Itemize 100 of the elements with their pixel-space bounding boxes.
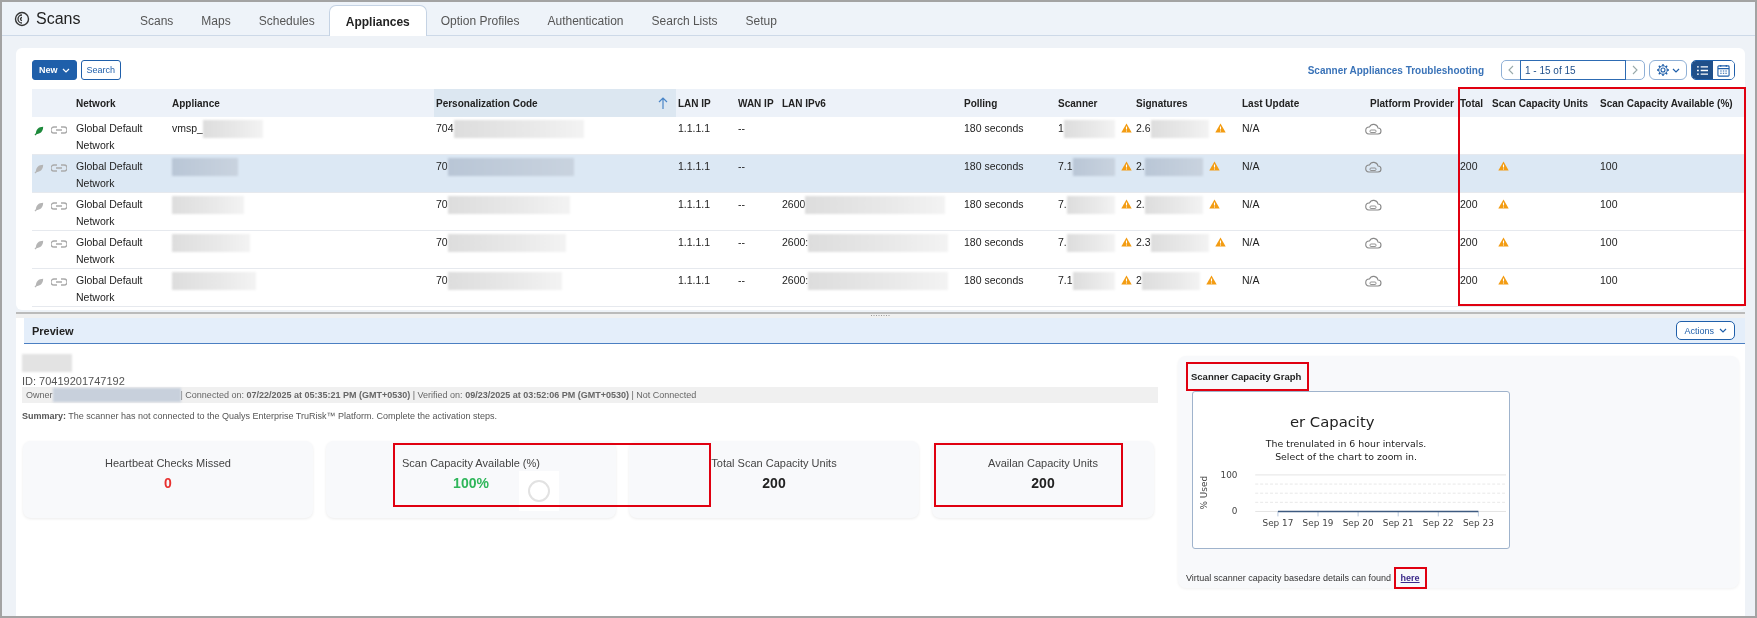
cell-text: 2 bbox=[1136, 273, 1142, 288]
here-link[interactable]: here bbox=[1393, 567, 1427, 589]
caret-icon bbox=[1672, 67, 1680, 73]
cell-text: N/A bbox=[1242, 197, 1260, 212]
cell-text: -- bbox=[738, 159, 745, 174]
cell-text: -- bbox=[738, 121, 745, 136]
column-header[interactable]: Scan Capacity Available (%) bbox=[1598, 89, 1745, 117]
appliance-id: ID: 70419201747192 bbox=[22, 375, 126, 387]
card-title: Total Scan Capacity Units bbox=[711, 457, 837, 469]
cell-text: 100 bbox=[1600, 235, 1618, 250]
axis-title: % Used bbox=[1198, 475, 1209, 510]
column-header[interactable]: Signatures bbox=[1134, 89, 1240, 117]
graph-title: Scanner Capacity Graph bbox=[1186, 362, 1310, 391]
column-header[interactable]: Personalization Code bbox=[434, 89, 676, 117]
column-header[interactable]: LAN IP bbox=[676, 89, 736, 117]
cell-text: Global Default Network bbox=[76, 121, 144, 153]
column-header[interactable]: Polling bbox=[962, 89, 1056, 117]
card-value: 200 bbox=[1031, 475, 1055, 491]
cell-text: 180 seconds bbox=[964, 197, 1024, 212]
column-header[interactable]: LAN IPv6 bbox=[780, 89, 962, 117]
resize-handle-icon[interactable] bbox=[869, 314, 892, 317]
chevron-right-icon bbox=[1632, 65, 1638, 75]
cell-text: 1 bbox=[1058, 121, 1064, 136]
tick-label: Sep 17 bbox=[1262, 518, 1294, 529]
column-header[interactable]: Scan Capacity Units bbox=[1490, 89, 1598, 117]
cell-text: 100 bbox=[1600, 197, 1618, 212]
cloud-icon bbox=[1364, 161, 1382, 173]
cell-text: -- bbox=[738, 273, 745, 288]
cell-text: vmsp_ bbox=[172, 121, 203, 136]
cell-text: 7. bbox=[1058, 235, 1067, 250]
cell-text: 70 bbox=[436, 235, 448, 250]
logo-icon bbox=[14, 10, 30, 27]
link-icon bbox=[51, 239, 67, 249]
nav-tab[interactable]: Option Profiles bbox=[426, 5, 534, 35]
page-range-field[interactable]: 1 - 15 of 15 bbox=[1520, 60, 1626, 80]
cell-text: 2600: bbox=[782, 273, 809, 288]
card-value: 0 bbox=[164, 475, 172, 491]
chart-subtitle: Select of the chart to zoom in. bbox=[1275, 451, 1417, 463]
settings-icon bbox=[1656, 63, 1670, 77]
list-view-button[interactable] bbox=[1692, 61, 1713, 79]
cell-text: N/A bbox=[1242, 235, 1260, 250]
cell-text: 1.1.1.1 bbox=[678, 197, 711, 212]
cell-text: 1.1.1.1 bbox=[678, 273, 711, 288]
search-button[interactable]: Search bbox=[80, 60, 122, 80]
nav-tab[interactable]: Search Lists bbox=[637, 5, 732, 35]
column-header[interactable]: Scanner bbox=[1056, 89, 1134, 117]
summary-text: Summary: The scanner has not connected to the Qualys Enterprise TruRisk™ Platform. Complete the activation steps. bbox=[22, 411, 499, 421]
pagination[interactable]: 1 - 15 of 15 bbox=[1501, 60, 1645, 80]
actions-button[interactable]: Actions bbox=[1676, 321, 1735, 340]
troubleshooting-link[interactable]: Scanner Appliances Troubleshooting bbox=[1307, 64, 1484, 76]
cell-text: 2. bbox=[1136, 159, 1145, 174]
cell-text: 200 bbox=[1460, 159, 1478, 174]
list-icon bbox=[1696, 64, 1709, 76]
cell-text: 7.1 bbox=[1058, 273, 1073, 288]
column-header[interactable]: WAN IP bbox=[736, 89, 780, 117]
cell-text: 1.1.1.1 bbox=[678, 159, 711, 174]
cell-text: Global Default Network bbox=[76, 235, 144, 267]
capacity-chart[interactable]: er Capacity The trenulated in 6 hour intervals. Select of the chart to zoom in. % Used 0 100 Sep 17 Sep 19 Sep 20 Sep 21 Sep 22 Sep 23 bbox=[1192, 391, 1510, 549]
chart-subtitle: The trenulated in 6 hour intervals. bbox=[1265, 438, 1427, 450]
card-title: Heartbeat Checks Missed bbox=[105, 457, 231, 469]
cell-text: 70 bbox=[436, 159, 448, 174]
app-title: Scans bbox=[36, 9, 81, 28]
nav-tab[interactable]: Setup bbox=[731, 5, 791, 35]
column-header[interactable]: Total bbox=[1458, 89, 1490, 117]
nav-tab[interactable]: Appliances bbox=[328, 5, 427, 36]
cell-text: Global Default Network bbox=[76, 273, 144, 305]
tick-label: Sep 21 bbox=[1382, 518, 1414, 529]
tick-label: 100 bbox=[1220, 469, 1238, 480]
link-icon bbox=[51, 163, 67, 173]
cell-text: 1.1.1.1 bbox=[678, 121, 711, 136]
nav-tab[interactable]: Schedules bbox=[244, 5, 329, 35]
tick-label: Sep 20 bbox=[1342, 518, 1374, 529]
cell-text: 180 seconds bbox=[964, 121, 1024, 136]
cell-text: 200 bbox=[1460, 273, 1478, 288]
tick-label: Sep 22 bbox=[1422, 518, 1454, 529]
cell-text: 2. bbox=[1136, 197, 1145, 212]
cloud-icon bbox=[1364, 275, 1382, 287]
calendar-icon bbox=[1717, 63, 1730, 77]
chart-title: er Capacity bbox=[1289, 412, 1375, 430]
footer-text: Virtual scanner capacity basedɜre details can found bbox=[1186, 573, 1393, 583]
nav-tab[interactable]: Scans bbox=[126, 5, 188, 35]
cell-text: Global Default Network bbox=[76, 159, 144, 191]
connection-details: | Connected on: 07/22/2025 at 05:35:21 PM (GMT+0530) | Verified on: 09/23/2025 at 03:52:06 PM (GMT+0530) | Not Connected bbox=[180, 390, 697, 400]
settings-dropdown[interactable] bbox=[1649, 60, 1687, 80]
cell-text: 7. bbox=[1058, 197, 1067, 212]
chevron-left-icon bbox=[1508, 65, 1514, 75]
nav-tab[interactable]: Maps bbox=[187, 5, 245, 35]
column-header[interactable]: Network bbox=[74, 89, 170, 117]
cloud-icon bbox=[1364, 237, 1382, 249]
column-header[interactable]: Last Update bbox=[1240, 89, 1362, 117]
new-button[interactable]: New bbox=[32, 60, 77, 80]
cell-text: N/A bbox=[1242, 159, 1260, 174]
cell-text: 7.1 bbox=[1058, 159, 1073, 174]
column-header[interactable]: Platform Provider bbox=[1362, 89, 1458, 117]
cell-text: 70 bbox=[436, 273, 448, 288]
column-header[interactable]: Appliance bbox=[170, 89, 434, 117]
nav-tab[interactable]: Authentication bbox=[533, 5, 638, 35]
caret-icon bbox=[61, 67, 70, 73]
link-icon bbox=[51, 125, 67, 135]
cell-text: 100 bbox=[1600, 159, 1618, 174]
